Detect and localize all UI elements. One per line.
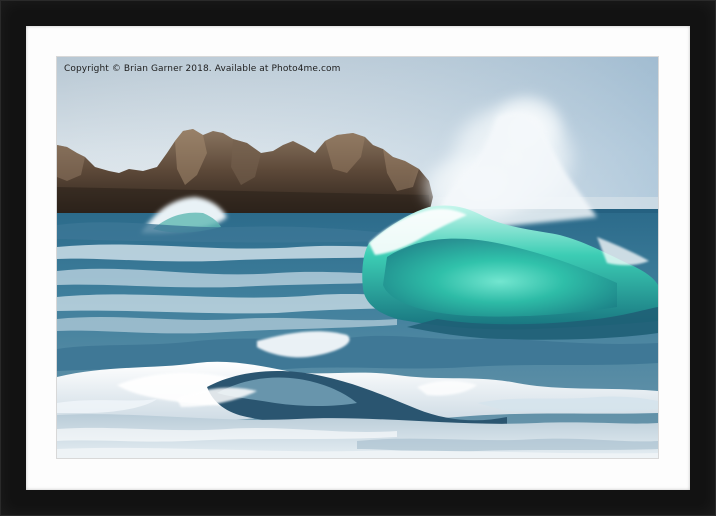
- seascape-photo: [57, 57, 658, 458]
- picture-frame: Copyright © Brian Garner 2018. Available…: [0, 0, 716, 516]
- seascape-illustration: [57, 57, 658, 458]
- copyright-watermark: Copyright © Brian Garner 2018. Available…: [64, 64, 341, 74]
